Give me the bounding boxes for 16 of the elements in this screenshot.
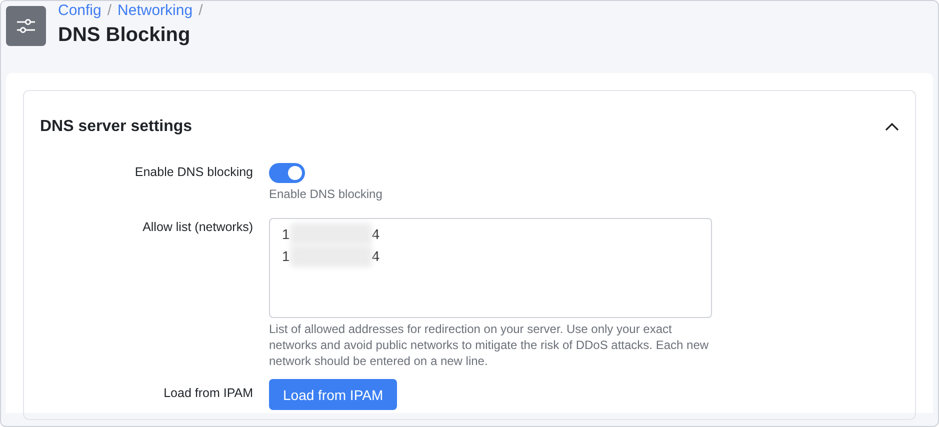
breadcrumb-link[interactable]: Config xyxy=(58,3,102,18)
help-text: Enable DNS blocking xyxy=(269,186,384,202)
breadcrumb-separator: / xyxy=(107,3,112,18)
field-label: Enable DNS blocking xyxy=(134,164,253,181)
breadcrumb-separator: / xyxy=(198,3,203,18)
load-button[interactable]: Load from IPAM xyxy=(269,379,398,410)
toggle-switch[interactable] xyxy=(269,163,305,183)
page-title: DNS Blocking xyxy=(58,23,192,48)
card-title: DNS server settings xyxy=(40,118,192,136)
breadcrumb-link[interactable]: Networking xyxy=(118,3,193,18)
field-label: Load from IPAM xyxy=(164,385,253,402)
chevron-up-icon[interactable] xyxy=(885,123,899,131)
allow-list-field[interactable]: 1 4 1 4 xyxy=(269,218,712,318)
help-text: List of allowed addresses for redirection on your server. Use only your exact networks and avoid public networks to mitigate the risk of DDoS attacks. Each new network should be entered on a new line. xyxy=(269,321,710,369)
field-label: Allow list (networks) xyxy=(142,219,253,236)
settings-sliders-icon xyxy=(6,6,46,46)
